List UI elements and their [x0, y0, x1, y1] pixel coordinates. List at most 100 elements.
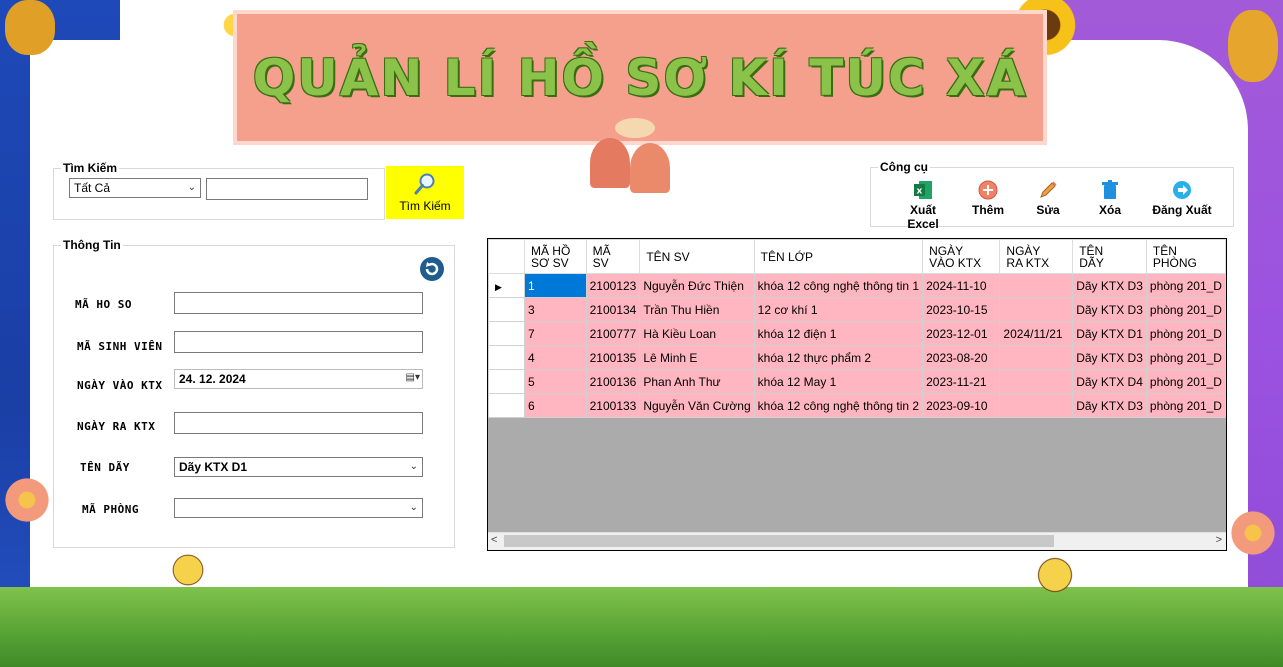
table-cell[interactable]: khóa 12 công nghệ thông tin 1 [753, 273, 924, 298]
pink-flower-right [1228, 508, 1278, 558]
ma-ho-so-field[interactable] [174, 292, 423, 314]
table-cell[interactable]: Trần Thu Hiền [639, 297, 755, 322]
table-cell[interactable]: 2100136 [585, 369, 641, 394]
table-row[interactable]: 5 2100136 Phan Anh Thư khóa 12 May 1 2023-11… [488, 369, 1226, 394]
page-title: QUẢN LÍ HỒ SƠ KÍ TÚC XÁ [252, 48, 1028, 107]
export-excel-button[interactable]: x Xuất Excel [893, 180, 953, 231]
ngay-vao-label: NGÀY VÀO KTX [77, 379, 163, 392]
table-row[interactable]: 4 2100135 Lê Minh Ekhóa 12 thực phẩm 2 2023… [488, 345, 1226, 370]
refresh-icon[interactable] [419, 256, 445, 282]
table-cell[interactable]: Dãy KTX D1 [1072, 321, 1147, 346]
table-cell[interactable]: 6 [523, 393, 587, 418]
scroll-right-icon[interactable]: > [1216, 534, 1222, 546]
table-cell[interactable]: phòng 201_D [1145, 321, 1226, 346]
row-header[interactable] [488, 297, 525, 322]
table-cell[interactable]: Nguyễn Đức Thiện [639, 273, 755, 298]
table-cell[interactable]: Dãy KTX D4 [1072, 369, 1147, 394]
column-header[interactable]: TÊN SV [639, 239, 755, 274]
table-cell[interactable]: 2023-12-01 [922, 321, 1001, 346]
search-filter-select[interactable]: Tất Cả ⌄ [69, 178, 201, 198]
table-cell[interactable]: 2024-11-10 [922, 273, 1001, 298]
column-header[interactable]: NGÀY RA KTX [999, 239, 1074, 274]
magnifier-icon [414, 173, 435, 195]
edit-button[interactable]: Sửa [1030, 180, 1066, 220]
table-row[interactable]: 7 2100777 Hà Kiều Loan khóa 12 điện 1 2023-1… [488, 321, 1226, 346]
row-header[interactable] [488, 345, 525, 370]
pencil-icon [1040, 181, 1057, 198]
table-cell[interactable]: khóa 12 điện 1 [753, 321, 924, 346]
search-button[interactable]: Tìm Kiếm [386, 166, 464, 219]
row-header[interactable] [488, 321, 525, 346]
table-cell[interactable]: 5 [523, 369, 587, 394]
ma-sinh-vien-field[interactable] [174, 331, 423, 353]
table-cell[interactable]: phòng 201_D [1145, 393, 1226, 418]
table-cell[interactable]: khóa 12 công nghệ thông tin 2 [753, 393, 924, 418]
records-grid[interactable]: MÃ HỒ SƠ SV MÃ SV TÊN SV TÊN LỚP NGÀY VÀO K… [487, 238, 1227, 551]
table-cell[interactable]: Phan Anh Thư [639, 369, 755, 394]
row-header[interactable] [488, 393, 525, 418]
table-cell[interactable]: Lê Minh E [639, 345, 755, 370]
table-cell[interactable]: Nguyễn Văn Cường [639, 393, 755, 418]
scroll-left-icon[interactable]: < [491, 534, 497, 546]
row-header[interactable] [488, 369, 525, 394]
calendar-icon[interactable]: ▤▾ [406, 372, 420, 383]
column-header[interactable]: TÊN LỚP [753, 239, 924, 274]
table-cell[interactable]: phòng 201_D [1145, 297, 1226, 322]
table-cell[interactable]: 4 [523, 345, 587, 370]
ma-phong-select[interactable]: ⌄ [174, 498, 423, 518]
table-cell[interactable]: khóa 12 thực phẩm 2 [753, 345, 924, 370]
table-cell[interactable]: Dãy KTX D3 [1072, 297, 1147, 322]
table-cell[interactable]: phòng 201_D [1145, 345, 1226, 370]
column-header[interactable]: MÃ HỒ SƠ SV [523, 239, 587, 274]
table-cell[interactable] [999, 345, 1074, 370]
table-cell[interactable]: 3 [523, 297, 587, 322]
table-cell[interactable]: 2100123 [585, 273, 641, 298]
table-cell[interactable]: 1 [523, 273, 587, 298]
table-cell[interactable]: phòng 201_D [1145, 273, 1226, 298]
table-cell[interactable]: 7 [523, 321, 587, 346]
current-row-arrow-icon: ▶ [495, 281, 502, 292]
table-cell[interactable] [999, 297, 1074, 322]
table-cell[interactable]: 2023-08-20 [922, 345, 1001, 370]
table-cell[interactable]: 2100135 [585, 345, 641, 370]
scrollbar-thumb[interactable] [504, 535, 1054, 547]
table-cell[interactable]: phòng 201_D [1145, 369, 1226, 394]
ten-day-select[interactable]: Dãy KTX D1 ⌄ [174, 457, 423, 477]
ngay-vao-date-picker[interactable]: 24. 12. 2024 ▤▾ [174, 369, 423, 389]
column-header[interactable]: TÊN PHÒNG [1145, 239, 1226, 274]
logout-button[interactable]: Đăng Xuất [1148, 180, 1216, 220]
table-cell[interactable]: 2024/11/21 [999, 321, 1074, 346]
table-cell[interactable]: 2023-09-10 [922, 393, 1001, 418]
table-cell[interactable]: 2023-10-15 [922, 297, 1001, 322]
search-input[interactable] [206, 178, 368, 200]
column-header[interactable]: NGÀY VÀO KTX [922, 239, 1001, 274]
table-cell[interactable] [999, 393, 1074, 418]
horizontal-scrollbar[interactable]: < > [488, 532, 1226, 550]
search-group-legend: Tìm Kiếm [61, 161, 120, 175]
table-cell[interactable]: 2100134 [585, 297, 641, 322]
table-cell[interactable]: 2100777 [585, 321, 641, 346]
chevron-down-icon: ⌄ [409, 502, 418, 513]
table-row[interactable]: 6 2100133 Nguyễn Văn Cường khóa 12 công ngh… [488, 393, 1226, 418]
table-cell[interactable]: 2023-11-21 [922, 369, 1001, 394]
delete-button[interactable]: Xóa [1093, 180, 1127, 220]
table-cell[interactable]: 12 cơ khí 1 [753, 297, 924, 322]
table-cell[interactable]: 2100133 [585, 393, 641, 418]
add-button[interactable]: Thêm [968, 180, 1008, 220]
table-cell[interactable] [999, 273, 1074, 298]
column-header[interactable]: TÊN DÃY [1072, 239, 1147, 274]
table-row[interactable]: 3 2100134 Trần Thu Hiền 12 cơ khí 1 2023-10-… [488, 297, 1226, 322]
table-cell[interactable]: Dãy KTX D3 [1072, 273, 1147, 298]
table-cell[interactable]: Dãy KTX D3 [1072, 345, 1147, 370]
column-header[interactable]: MÃ SV [585, 239, 641, 274]
bee-left-decoration [170, 552, 206, 588]
plus-circle-icon [978, 180, 998, 200]
table-cell[interactable]: khóa 12 May 1 [753, 369, 924, 394]
table-cell[interactable] [999, 369, 1074, 394]
row-header[interactable]: ▶ [488, 273, 525, 298]
trash-icon [1102, 180, 1118, 199]
ngay-ra-field[interactable] [174, 412, 423, 434]
table-cell[interactable]: Dãy KTX D3 [1072, 393, 1147, 418]
table-row[interactable]: ▶ 1 2100123 Nguyễn Đức Thiện khóa 12 công ng… [488, 273, 1226, 298]
table-cell[interactable]: Hà Kiều Loan [639, 321, 755, 346]
